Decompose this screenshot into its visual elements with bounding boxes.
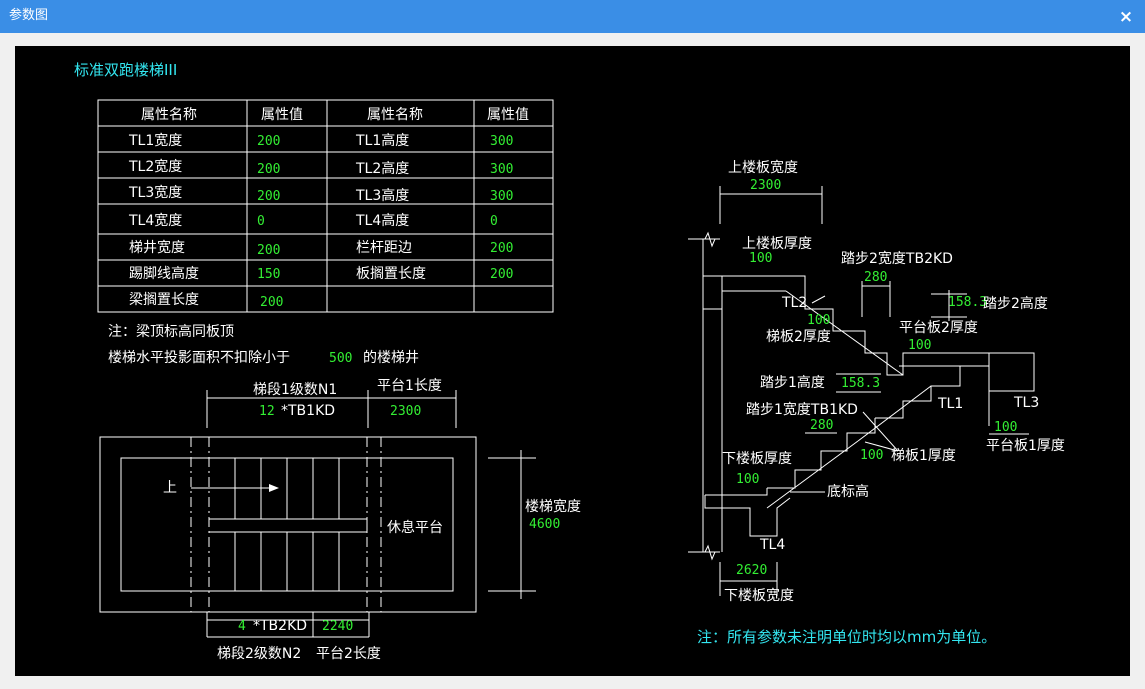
- diagram-heading: 标准双跑楼梯III: [74, 61, 177, 79]
- tread1-width-value: 280: [810, 418, 833, 433]
- base-elev-label: 底标高: [827, 483, 869, 500]
- tread1-height-label: 踏步1高度: [760, 374, 825, 391]
- table-cell: 板搁置长度: [356, 266, 426, 282]
- table-cell: 200: [490, 241, 513, 256]
- table-cell: 200: [257, 162, 280, 177]
- stair-width-value: 4600: [529, 517, 560, 532]
- window-title: 参数图: [9, 8, 49, 23]
- landing2-label: 平台2长度: [316, 646, 381, 662]
- upper-slab-width-value: 2300: [750, 178, 781, 193]
- table-cell: TL4宽度: [128, 212, 182, 229]
- table-header: 属性名称: [141, 107, 197, 123]
- upper-slab-thk-value: 100: [749, 251, 772, 266]
- landing1-thk-label: 平台板1厚度: [986, 438, 1065, 454]
- flight2-count: 4: [238, 619, 246, 634]
- stair-width-label: 楼梯宽度: [525, 498, 581, 515]
- table-cell: 梁搁置长度: [129, 292, 199, 308]
- stair-diagram: 标准双跑楼梯III 属性名称 属性值 属性名称 属性值 TL1宽度 200 TL…: [74, 61, 1065, 662]
- flight2-suffix: *TB2KD: [253, 618, 307, 634]
- lower-flight-soffit: [857, 385, 932, 442]
- close-icon[interactable]: ×: [1115, 6, 1137, 28]
- table-cell: 0: [490, 214, 498, 229]
- parameter-dialog: 参数图 × 标准双跑楼梯III 属性名称 属性值 属性名称 属性值 TL1宽度 …: [0, 0, 1145, 689]
- tl4-label: TL4: [759, 537, 785, 553]
- tread2-width-label: 踏步2宽度TB2KD: [841, 250, 953, 267]
- lower-slab-thk-label: 下楼板厚度: [722, 451, 792, 467]
- landing1-thk-value: 100: [994, 420, 1017, 435]
- wall-beam: [702, 275, 723, 310]
- table-header: 属性值: [261, 107, 303, 123]
- leader-line: [811, 295, 826, 304]
- table-cell: TL2高度: [355, 160, 409, 177]
- rest-landing-label: 休息平台: [387, 519, 443, 536]
- footer-note: 注：所有参数未注明单位时均以mm为单位。: [697, 628, 996, 646]
- parameter-table: 属性名称 属性值 属性名称 属性值 TL1宽度 200 TL1高度 300 TL…: [97, 99, 554, 313]
- landing2-thk-value: 100: [908, 338, 931, 353]
- table-cell: 200: [260, 295, 283, 310]
- note-beam: 注：梁顶标高同板顶: [108, 323, 234, 340]
- upper-slab-thk-label: 上楼板厚度: [742, 236, 812, 252]
- table-cell: 300: [490, 189, 513, 204]
- up-arrow-head: [269, 484, 279, 492]
- upper-slab-width-label: 上楼板宽度: [728, 159, 798, 176]
- slab1-thk-label: 梯板1厚度: [891, 448, 956, 464]
- table-cell: 300: [490, 162, 513, 177]
- table-cell: TL3高度: [355, 187, 409, 204]
- table-header: 属性名称: [367, 107, 423, 123]
- table-cell: 0: [257, 214, 265, 229]
- tread2-width-value: 280: [864, 270, 887, 285]
- lower-slab-width-label: 下楼板宽度: [724, 587, 794, 604]
- flight1-suffix: *TB1KD: [281, 403, 335, 419]
- stair-section-view: 上楼板宽度 2300 上楼板厚度 100 TL2 100 梯板2厚度 踏步2宽度…: [688, 159, 1065, 604]
- stair-plan-view: 梯段1级数N1 平台1长度 12 *TB1KD 2300 上 休息平台 楼梯宽度…: [99, 378, 581, 662]
- slab2-thk-label: 梯板2厚度: [766, 329, 831, 345]
- note-area-prefix: 楼梯水平投影面积不扣除小于: [108, 350, 290, 366]
- flight2-label: 梯段2级数N2: [217, 646, 301, 662]
- tread2-height-value: 158.3: [948, 295, 987, 310]
- up-label: 上: [163, 480, 177, 496]
- lower-slab-thk-value: 100: [736, 472, 759, 487]
- table-cell: 200: [257, 134, 280, 149]
- tread1-height-value: 158.3: [841, 376, 880, 391]
- table-cell: 300: [490, 134, 513, 149]
- table-cell: TL1高度: [355, 132, 409, 149]
- tl3-label: TL3: [1013, 395, 1039, 411]
- landing2-thk-label: 平台板2厚度: [899, 320, 978, 336]
- table-cell: 梯井宽度: [129, 239, 185, 256]
- title-bar: 参数图 ×: [0, 0, 1145, 33]
- note-area-value: 500: [329, 351, 352, 366]
- flight1-count: 12: [259, 404, 275, 419]
- landing2-value: 2240: [322, 619, 353, 634]
- table-cell: TL3宽度: [128, 184, 182, 201]
- table-cell: TL4高度: [355, 212, 409, 229]
- lower-beam: [704, 495, 791, 537]
- tread2-height-label: 踏步2高度: [983, 295, 1048, 312]
- table-cell: TL2宽度: [128, 158, 182, 175]
- table-cell: 200: [257, 243, 280, 258]
- table-cell: 200: [257, 189, 280, 204]
- table-cell: 200: [490, 267, 513, 282]
- table-header: 属性值: [487, 107, 529, 123]
- table-cell: 150: [257, 267, 280, 282]
- slab1-thk-value: 100: [860, 448, 883, 463]
- table-cell: 栏杆距边: [356, 240, 412, 256]
- tread1-width-label: 踏步1宽度TB1KD: [746, 401, 858, 418]
- tl2-label: TL2: [781, 295, 807, 311]
- table-cell: TL1宽度: [128, 132, 182, 149]
- parameter-diagram-canvas: 标准双跑楼梯III 属性名称 属性值 属性名称 属性值 TL1宽度 200 TL…: [15, 46, 1130, 676]
- tl1-label: TL1: [937, 396, 963, 412]
- slab2-thk-value: 100: [807, 313, 830, 328]
- table-cell: 踢脚线高度: [129, 265, 199, 282]
- flight1-label: 梯段1级数N1: [253, 382, 337, 398]
- lower-slab-top: [705, 488, 768, 496]
- lower-slab-width-value: 2620: [736, 563, 767, 578]
- landing1-label: 平台1长度: [377, 378, 442, 394]
- note-area-suffix: 的楼梯井: [363, 350, 419, 366]
- landing1-value: 2300: [390, 404, 421, 419]
